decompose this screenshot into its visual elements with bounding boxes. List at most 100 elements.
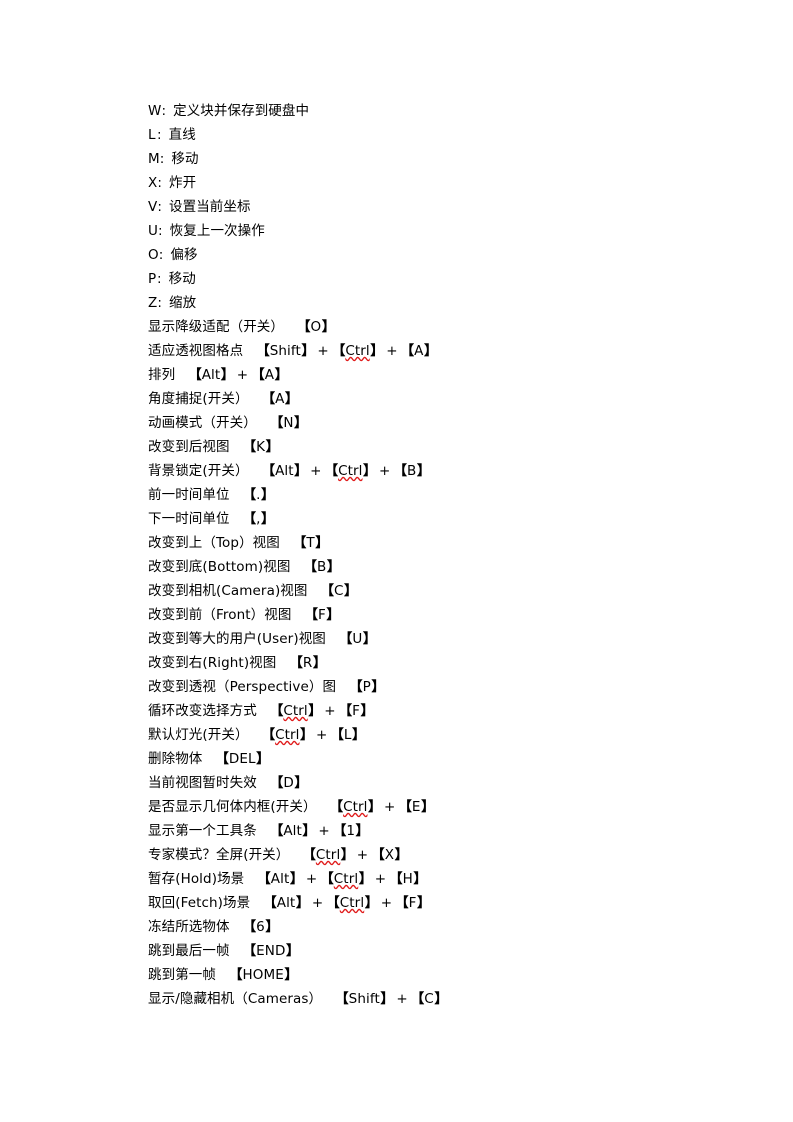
keycap: 【Ctrl】 <box>262 727 314 743</box>
bracket-close-icon: 】 <box>363 463 377 479</box>
keycap-label: A <box>414 343 424 359</box>
keycap: 【T】 <box>293 535 329 551</box>
letter-shortcut-row: L: 直线 <box>148 123 668 147</box>
keycap: 【K】 <box>243 439 279 455</box>
bracket-close-icon: 】 <box>355 823 370 839</box>
shortcut-description: 改变到透视（Perspective）图 <box>148 679 337 695</box>
bracket-open-icon: 【 <box>261 463 276 479</box>
bracket-open-icon: 【 <box>303 559 317 575</box>
keycap-label: C <box>424 991 434 1007</box>
plus-separator: + <box>305 871 318 887</box>
keycap: 【Alt】 <box>263 895 309 911</box>
command-shortcut-row: 改变到相机(Camera)视图 【C】 <box>148 579 668 603</box>
keycap-label: F <box>317 607 326 623</box>
shortcut-description: 移动 <box>171 151 199 167</box>
keycap: 【1】 <box>333 823 369 839</box>
keycap-label: F <box>352 703 361 719</box>
keycap: 【Ctrl】 <box>302 847 354 863</box>
command-shortcut-row: 跳到最后一帧 【END】 <box>148 939 668 963</box>
command-shortcut-row: 改变到前（Front）视图 【F】 <box>148 603 668 627</box>
keycap: 【Ctrl】 <box>325 463 377 479</box>
command-shortcut-list: 显示降级适配（开关） 【O】 适应透视图格点 【Shift】 + 【Ctrl】 + 【A】 排列… <box>148 315 668 1011</box>
keycap-label: Ctrl <box>345 343 370 359</box>
keycap: 【L】 <box>330 727 365 743</box>
keycap: 【Ctrl】 <box>326 895 378 911</box>
letter-shortcut-row: V: 设置当前坐标 <box>148 195 668 219</box>
bracket-close-icon: 】 <box>301 343 315 359</box>
command-shortcut-row: 改变到等大的用户(User)视图 【U】 <box>148 627 668 651</box>
bracket-open-icon: 【 <box>329 799 344 815</box>
shortcut-description: 显示第一个工具条 <box>148 823 257 839</box>
plus-separator: + <box>324 703 336 719</box>
bracket-open-icon: 【 <box>215 751 229 767</box>
keycap: 【F】 <box>395 895 430 911</box>
shortcut-description: 偏移 <box>170 247 198 263</box>
keycap: 【6】 <box>243 919 279 935</box>
keycap-label: Alt <box>275 463 294 479</box>
bracket-close-icon: 】 <box>416 895 431 911</box>
command-shortcut-row: 显示降级适配（开关） 【O】 <box>148 315 668 339</box>
keycap-label: H <box>402 871 413 887</box>
bracket-close-icon: 】 <box>302 823 316 839</box>
command-shortcut-row: 改变到右(Right)视图 【R】 <box>148 651 668 675</box>
shortcut-key: L <box>148 127 156 143</box>
keycap: 【Ctrl】 <box>329 799 382 815</box>
command-shortcut-row: 默认灯光(开关） 【Ctrl】 + 【L】 <box>148 723 668 747</box>
command-shortcut-row: 冻结所选物体 【6】 <box>148 915 668 939</box>
letter-shortcut-row: U: 恢复上一次操作 <box>148 219 668 243</box>
shortcut-key: V <box>148 199 158 215</box>
keycap: 【N】 <box>269 415 308 431</box>
keycap-label: 1 <box>346 823 356 839</box>
shortcut-description: 循环改变选择方式 <box>148 703 257 719</box>
bracket-open-icon: 【 <box>242 511 257 527</box>
shortcut-description: 显示/隐藏相机（Cameras） <box>148 991 323 1007</box>
keycap-label: E <box>411 799 421 815</box>
keycap: 【Ctrl】 <box>332 343 384 359</box>
plus-separator: + <box>236 367 249 383</box>
letter-shortcut-row: W: 定义块并保存到硬盘中 <box>148 99 668 123</box>
keycap-label: Ctrl <box>343 799 368 815</box>
keycap: 【Alt】 <box>188 367 234 383</box>
keycap-label: END <box>256 943 286 959</box>
command-shortcut-row: 角度捕捉(开关） 【A】 <box>148 387 668 411</box>
shortcut-description: 角度捕捉(开关） <box>148 391 249 407</box>
bracket-open-icon: 【 <box>269 415 284 431</box>
shortcut-description: 改变到右(Right)视图 <box>148 655 277 671</box>
shortcut-description: 恢复上一次操作 <box>169 223 265 239</box>
shortcut-description: 是否显示几何体内框(开关） <box>148 799 317 815</box>
keycap-label: L <box>343 727 352 743</box>
bracket-open-icon: 【 <box>371 847 385 863</box>
bracket-close-icon: 】 <box>413 871 427 887</box>
shortcut-description: 背景锁定(开关） <box>148 463 249 479</box>
keycap: 【A】 <box>401 343 438 359</box>
command-shortcut-row: 动画模式（开关） 【N】 <box>148 411 668 435</box>
letter-shortcut-row: O: 偏移 <box>148 243 668 267</box>
keycap-label: Ctrl <box>338 463 363 479</box>
command-shortcut-row: 改变到透视（Perspective）图 【P】 <box>148 675 668 699</box>
shortcut-description: 改变到后视图 <box>148 439 230 455</box>
bracket-open-icon: 【 <box>398 799 412 815</box>
letter-shortcut-row: Z: 缩放 <box>148 291 668 315</box>
shortcut-description: 当前视图暂时失效 <box>148 775 257 791</box>
bracket-close-icon: 】 <box>362 631 377 647</box>
document-page: W: 定义块并保存到硬盘中 L: 直线 M: 移动 X: 炸开 V: 设置当前坐标 U: 恢复上一次操… <box>0 0 793 1122</box>
bracket-close-icon: 】 <box>295 895 310 911</box>
shortcut-key: W <box>148 103 162 119</box>
bracket-close-icon: 】 <box>312 655 327 671</box>
bracket-open-icon: 【 <box>330 727 344 743</box>
bracket-open-icon: 【 <box>242 919 257 935</box>
shortcut-description: 定义块并保存到硬盘中 <box>173 103 310 119</box>
bracket-open-icon: 【 <box>261 391 276 407</box>
bracket-close-icon: 】 <box>315 535 329 551</box>
bracket-close-icon: 】 <box>394 847 409 863</box>
shortcut-key: M <box>148 151 160 167</box>
plus-separator: + <box>356 847 369 863</box>
plus-separator: + <box>386 343 398 359</box>
bracket-open-icon: 【 <box>229 967 243 983</box>
keycap-label: U <box>352 631 363 647</box>
bracket-close-icon: 】 <box>294 775 308 791</box>
keycap-label: HOME <box>242 967 284 983</box>
command-shortcut-row: 暂存(Hold)场景 【Alt】 + 【Ctrl】 + 【H】 <box>148 867 668 891</box>
letter-shortcut-row: M: 移动 <box>148 147 668 171</box>
bracket-close-icon: 】 <box>344 583 358 599</box>
